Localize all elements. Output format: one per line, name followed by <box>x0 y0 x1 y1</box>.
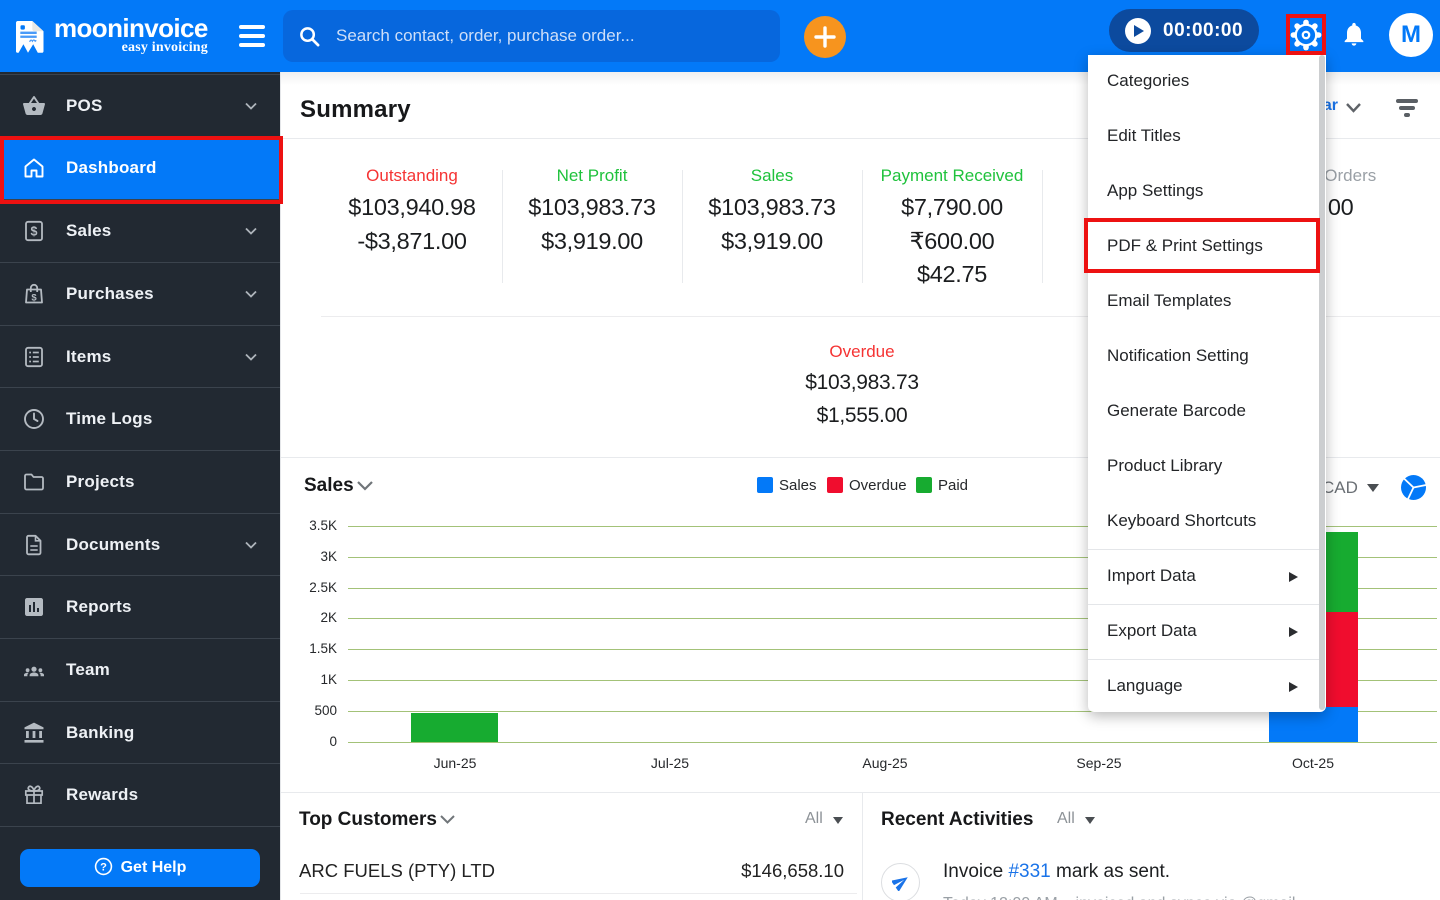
svg-text:$: $ <box>31 293 37 304</box>
svg-text:?: ? <box>100 861 107 873</box>
svg-text:$: $ <box>31 225 38 239</box>
